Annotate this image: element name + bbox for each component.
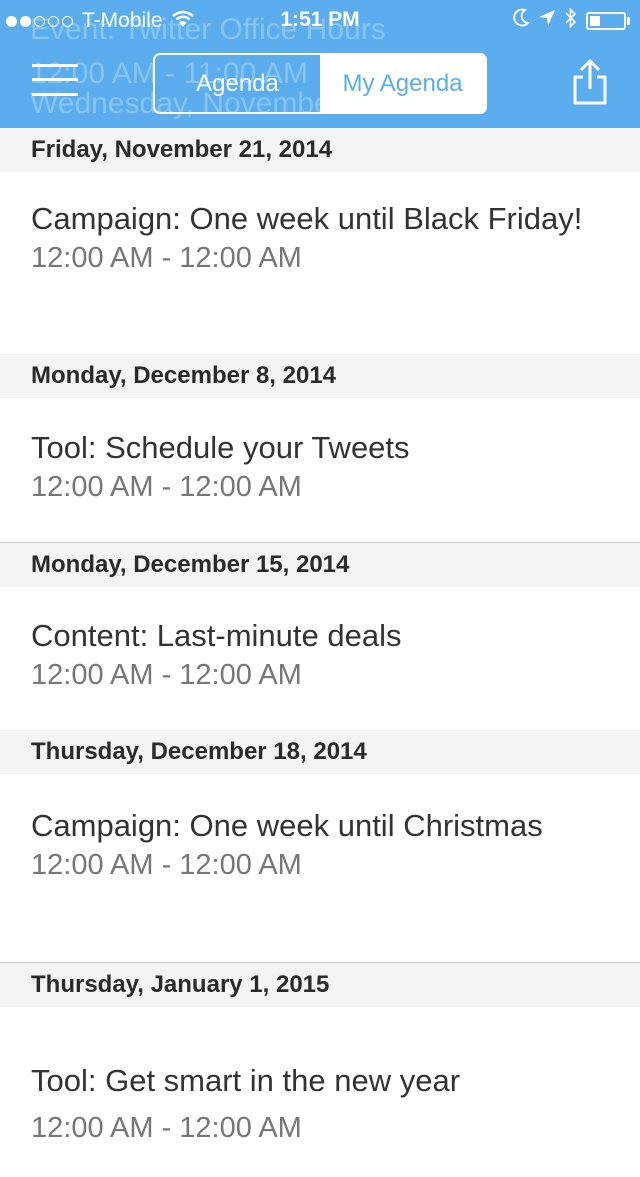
agenda-list: Friday, November 21, 2014 Campaign: One … (0, 128, 640, 1177)
menu-button[interactable] (32, 62, 78, 98)
item-title: Campaign: One week until Black Friday! (31, 201, 583, 236)
section-header: Friday, November 21, 2014 (0, 128, 640, 172)
status-right (504, 7, 630, 35)
battery-tip (627, 17, 630, 25)
status-bar: T-Mobile 1:51 PM (0, 0, 640, 40)
list-item[interactable]: Tool: Get smart in the new year 12:00 AM… (0, 1007, 640, 1177)
moon-icon (512, 8, 530, 34)
item-title: Tool: Get smart in the new year (31, 1063, 461, 1098)
hamburger-line (32, 78, 78, 81)
tab-my-agenda[interactable]: My Agenda (320, 55, 485, 112)
share-icon (573, 59, 607, 105)
nav-header: Event: Twitter Office Hours 12:00 AM - 1… (0, 0, 640, 128)
item-time: 12:00 AM - 12:00 AM (31, 849, 302, 881)
section-header: Thursday, December 18, 2014 (0, 730, 640, 774)
battery-icon (586, 12, 626, 30)
item-time: 12:00 AM - 12:00 AM (31, 1112, 302, 1144)
agenda-segmented-control: Agenda My Agenda (153, 53, 487, 114)
item-title: Campaign: One week until Christmas (31, 808, 543, 843)
item-time: 12:00 AM - 12:00 AM (31, 242, 302, 274)
list-item[interactable]: Content: Last-minute deals 12:00 AM - 12… (0, 587, 640, 730)
item-time: 12:00 AM - 12:00 AM (31, 659, 302, 691)
item-title: Tool: Schedule your Tweets (31, 430, 410, 465)
section-header: Monday, December 8, 2014 (0, 354, 640, 398)
location-arrow-icon (538, 8, 556, 34)
list-item[interactable]: Campaign: One week until Christmas 12:00… (0, 774, 640, 962)
bluetooth-icon (564, 7, 578, 35)
item-title: Content: Last-minute deals (31, 618, 402, 653)
section-header: Thursday, January 1, 2015 (0, 962, 640, 1007)
hamburger-line (32, 64, 78, 67)
tab-agenda[interactable]: Agenda (155, 55, 320, 112)
item-time: 12:00 AM - 12:00 AM (31, 471, 302, 503)
section-header: Monday, December 15, 2014 (0, 542, 640, 587)
list-item[interactable]: Campaign: One week until Black Friday! 1… (0, 172, 640, 354)
hamburger-line (32, 93, 78, 96)
list-item[interactable]: Tool: Schedule your Tweets 12:00 AM - 12… (0, 398, 640, 542)
battery-level (590, 16, 600, 26)
share-button[interactable] (570, 58, 610, 106)
